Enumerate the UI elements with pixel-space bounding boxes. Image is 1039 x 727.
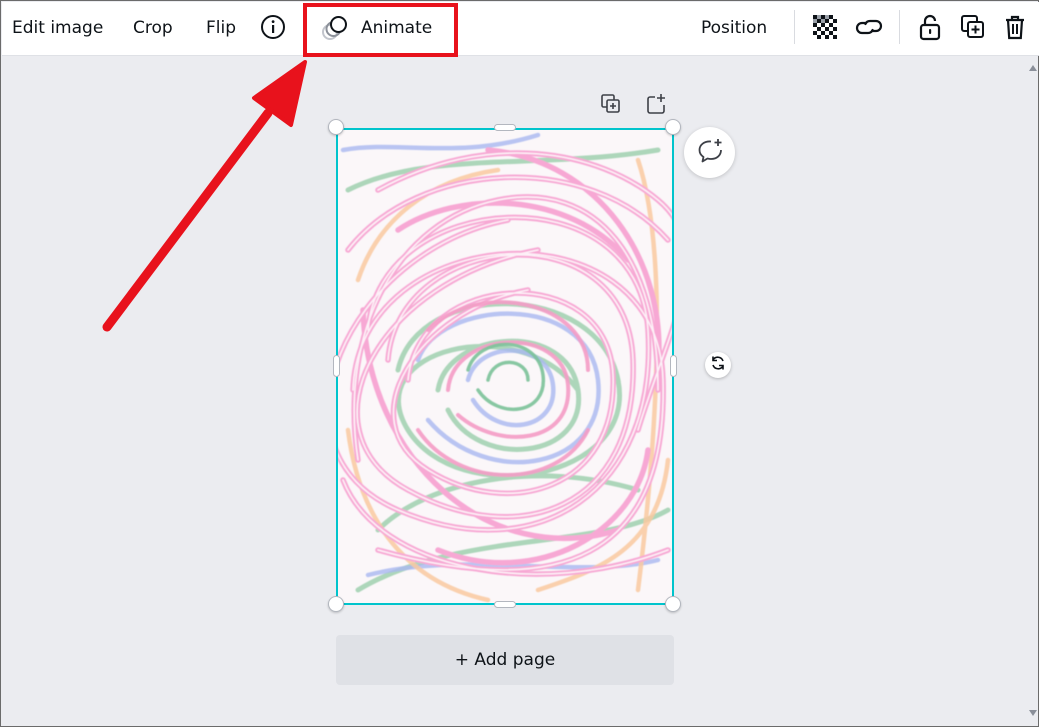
resize-handle-top-left[interactable] [328, 119, 344, 135]
resize-handle-top[interactable] [494, 124, 516, 131]
flip-button[interactable]: Flip [206, 16, 236, 40]
animate-label: Animate [361, 18, 433, 38]
tangled-lines-image[interactable] [338, 130, 672, 603]
position-button[interactable]: Position [701, 16, 767, 40]
link-icon[interactable] [854, 12, 884, 42]
toolbar-divider [794, 10, 795, 44]
crop-button[interactable]: Crop [133, 16, 173, 40]
add-page-icon[interactable] [644, 92, 668, 116]
info-icon[interactable] [258, 12, 288, 42]
scroll-up-arrow[interactable] [1028, 63, 1038, 73]
add-page-button[interactable]: + Add page [336, 635, 674, 685]
scroll-down-arrow[interactable] [1028, 708, 1038, 718]
comment-add-icon [696, 137, 724, 169]
resize-handle-bottom-left[interactable] [328, 596, 344, 612]
animate-icon [320, 13, 350, 43]
resize-handle-left[interactable] [333, 355, 340, 377]
trash-icon[interactable] [1000, 12, 1030, 42]
resize-handle-bottom-right[interactable] [665, 596, 681, 612]
rotate-icon [709, 354, 727, 376]
context-toolbar: Edit image Crop Flip Animate Position [2, 2, 1039, 56]
toolbar-divider [899, 10, 900, 44]
edit-image-button[interactable]: Edit image [12, 16, 103, 40]
transparency-icon[interactable] [810, 12, 840, 42]
resize-handle-bottom[interactable] [494, 601, 516, 608]
animate-button[interactable]: Animate [320, 10, 450, 48]
app-window: Edit image Crop Flip Animate Position + … [0, 0, 1039, 727]
duplicate-icon[interactable] [958, 12, 988, 42]
add-comment-button[interactable] [684, 127, 735, 178]
duplicate-page-icon[interactable] [599, 92, 623, 116]
resize-handle-right[interactable] [670, 355, 677, 377]
rotate-handle[interactable] [705, 352, 731, 378]
resize-handle-top-right[interactable] [665, 119, 681, 135]
design-page[interactable] [336, 128, 674, 605]
lock-icon[interactable] [915, 12, 945, 42]
